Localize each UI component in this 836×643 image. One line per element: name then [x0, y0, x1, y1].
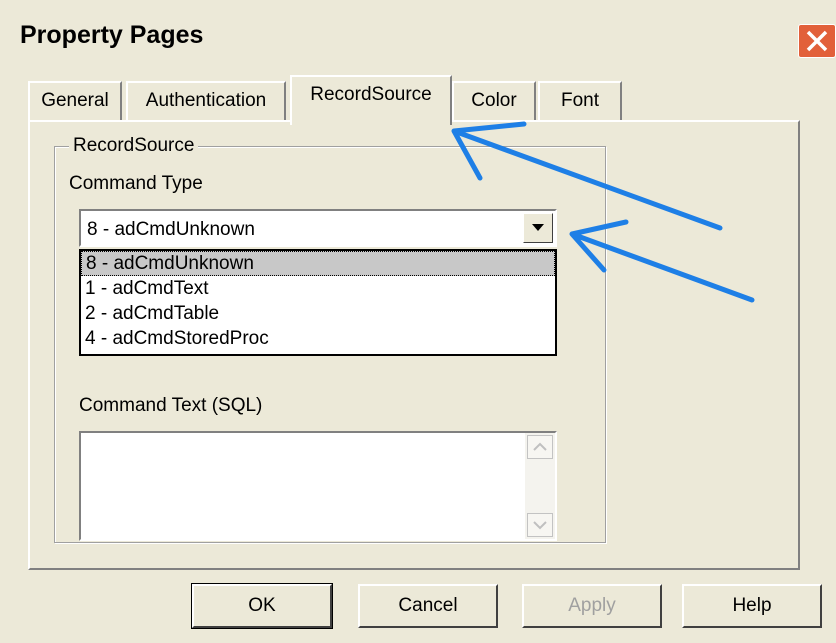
- combo-dropdown-button[interactable]: [523, 213, 553, 243]
- option-adcmdstoredproc[interactable]: 4 - adCmdStoredProc: [81, 326, 555, 351]
- dropdown-arrow-icon: [532, 224, 544, 231]
- option-adcmdtable[interactable]: 2 - adCmdTable: [81, 301, 555, 326]
- ok-button[interactable]: OK: [191, 583, 333, 629]
- tab-recordsource[interactable]: RecordSource: [290, 75, 452, 125]
- tab-authentication[interactable]: Authentication: [126, 81, 286, 121]
- command-text-label: Command Text (SQL): [79, 395, 263, 416]
- option-adcmdtext[interactable]: 1 - adCmdText: [81, 276, 555, 301]
- tab-label: Color: [471, 90, 517, 111]
- scroll-up-button[interactable]: [527, 435, 553, 459]
- recordsource-group: RecordSource Command Type 8 - adCmdUnkno…: [54, 135, 606, 543]
- help-button[interactable]: Help: [682, 584, 822, 628]
- tab-color[interactable]: Color: [452, 81, 536, 121]
- combo-value: 8 - adCmdUnknown: [87, 219, 255, 240]
- tab-font[interactable]: Font: [538, 81, 622, 121]
- option-adcmdunknown[interactable]: 8 - adCmdUnknown: [81, 251, 555, 276]
- command-type-dropdown-list: 8 - adCmdUnknown 1 - adCmdText 2 - adCmd…: [79, 249, 557, 356]
- textarea-scrollbar[interactable]: [525, 433, 555, 539]
- scroll-down-icon: [533, 521, 547, 530]
- tab-label: Authentication: [145, 90, 267, 111]
- scroll-down-button[interactable]: [527, 513, 553, 537]
- close-icon: [806, 30, 828, 52]
- command-type-combo[interactable]: 8 - adCmdUnknown: [79, 209, 557, 247]
- recordsource-panel: RecordSource Command Type 8 - adCmdUnkno…: [28, 120, 800, 570]
- tab-general[interactable]: General: [28, 81, 122, 121]
- cancel-button[interactable]: Cancel: [358, 584, 498, 628]
- command-text-input[interactable]: [79, 431, 557, 541]
- apply-button[interactable]: Apply: [522, 584, 662, 628]
- close-button[interactable]: [798, 24, 836, 58]
- title-bar: Property Pages: [0, 6, 836, 64]
- tab-label: RecordSource: [310, 84, 432, 105]
- group-legend: RecordSource: [69, 135, 199, 157]
- window-title: Property Pages: [20, 21, 204, 49]
- tab-label: Font: [560, 90, 600, 111]
- command-type-label: Command Type: [69, 173, 203, 194]
- tab-label: General: [41, 90, 109, 111]
- property-pages-window: Property Pages General Authentication Re…: [0, 0, 836, 643]
- scroll-up-icon: [533, 442, 547, 451]
